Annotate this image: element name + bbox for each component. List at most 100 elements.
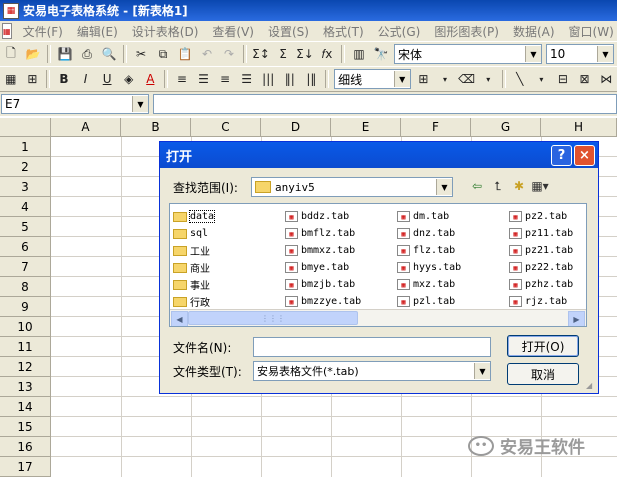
column-header[interactable]: H: [541, 118, 617, 137]
filename-input[interactable]: [253, 337, 491, 357]
menu-format[interactable]: 格式(T): [316, 23, 371, 40]
font-size-select[interactable]: 10 ▼: [546, 44, 614, 64]
file-item[interactable]: ▦ dnz.tab: [397, 225, 461, 242]
justify-icon[interactable]: ☰: [237, 69, 257, 89]
new-file-icon[interactable]: 🗋: [1, 44, 21, 64]
chevron-down-icon[interactable]: ▼: [597, 46, 613, 62]
file-item[interactable]: ▦ dm.tab: [397, 208, 461, 225]
column-header[interactable]: B: [121, 118, 191, 137]
row-header[interactable]: 9: [0, 297, 51, 317]
chevron-down-icon[interactable]: ▼: [393, 71, 410, 87]
back-arrow-icon[interactable]: ⇦: [467, 176, 487, 196]
file-item[interactable]: ▦ pz22.tab: [509, 259, 573, 276]
file-item[interactable]: ▦ pzhz.tab: [509, 276, 573, 293]
close-icon[interactable]: ×: [574, 145, 595, 166]
column-header[interactable]: G: [471, 118, 541, 137]
look-in-select[interactable]: anyiv5 ▼: [251, 177, 453, 197]
cut-icon[interactable]: ✂: [131, 44, 151, 64]
column-header[interactable]: A: [51, 118, 121, 137]
menu-settings[interactable]: 设置(S): [261, 23, 316, 40]
eraser-icon[interactable]: ⌫: [457, 69, 477, 89]
undo-icon[interactable]: ↶: [197, 44, 217, 64]
sum-column-icon[interactable]: Σ↓: [295, 44, 315, 64]
chevron-down-icon[interactable]: ▾: [532, 69, 552, 89]
redo-icon[interactable]: ↷: [219, 44, 239, 64]
file-item[interactable]: ▦ bmzjb.tab: [285, 276, 361, 293]
scroll-right-icon[interactable]: ▶: [568, 311, 585, 326]
insert-row-icon[interactable]: ⊟: [553, 69, 573, 89]
align-center-icon[interactable]: ☰: [194, 69, 214, 89]
align-right-icon[interactable]: ≡: [215, 69, 235, 89]
file-item[interactable]: ▦ bddz.tab: [285, 208, 361, 225]
font-color-icon[interactable]: A: [141, 69, 161, 89]
vertical-lines-2-icon[interactable]: ‖|: [280, 69, 300, 89]
file-item[interactable]: ▦ bmflz.tab: [285, 225, 361, 242]
folder-item[interactable]: 事业: [173, 276, 214, 293]
menu-graphics-chart[interactable]: 图形图表(P): [427, 23, 506, 40]
font-name-select[interactable]: 宋体 ▼: [394, 44, 542, 64]
row-header[interactable]: 2: [0, 157, 51, 177]
row-header[interactable]: 6: [0, 237, 51, 257]
file-item[interactable]: ▦ hyys.tab: [397, 259, 461, 276]
function-icon[interactable]: 𝑓x: [317, 44, 337, 64]
column-header[interactable]: E: [331, 118, 401, 137]
row-header[interactable]: 8: [0, 277, 51, 297]
chart-icon[interactable]: ▥: [349, 44, 369, 64]
folder-item[interactable]: data: [173, 208, 216, 225]
open-button[interactable]: 打开(O): [507, 335, 579, 357]
folder-item[interactable]: sql: [173, 225, 214, 242]
horizontal-scrollbar[interactable]: ◀ ⋮⋮⋮ ▶: [170, 309, 586, 326]
file-item[interactable]: ▦ bmzzye.tab: [285, 293, 361, 310]
fill-color-icon[interactable]: ◈: [119, 69, 139, 89]
chevron-down-icon[interactable]: ▾: [478, 69, 498, 89]
sum-row-icon[interactable]: Σ: [273, 44, 293, 64]
paste-icon[interactable]: 📋: [175, 44, 195, 64]
border-style-select[interactable]: 细线 ▼: [334, 69, 411, 89]
column-header[interactable]: C: [191, 118, 261, 137]
file-item[interactable]: ▦ pz2.tab: [509, 208, 573, 225]
chevron-down-icon[interactable]: ▼: [474, 363, 490, 379]
select-all-corner[interactable]: [0, 118, 51, 137]
bold-icon[interactable]: B: [54, 69, 74, 89]
vertical-lines-3-icon[interactable]: |‖: [302, 69, 322, 89]
menu-edit[interactable]: 编辑(E): [70, 23, 125, 40]
print-preview-icon[interactable]: 🔍: [99, 44, 119, 64]
row-header[interactable]: 17: [0, 457, 51, 477]
row-header[interactable]: 15: [0, 417, 51, 437]
row-header[interactable]: 5: [0, 217, 51, 237]
italic-icon[interactable]: I: [76, 69, 96, 89]
menu-formula[interactable]: 公式(G): [371, 23, 428, 40]
align-left-icon[interactable]: ≡: [172, 69, 192, 89]
row-header[interactable]: 16: [0, 437, 51, 457]
file-list[interactable]: data sql 工业 商业 事业 行政 ▦ bddz.tab ▦ bmflz.ta…: [169, 203, 587, 327]
insert-column-icon[interactable]: ⊠: [575, 69, 595, 89]
folder-item[interactable]: 工业: [173, 242, 214, 259]
filetype-select[interactable]: 安易表格文件(*.tab) ▼: [253, 361, 491, 381]
borders-icon[interactable]: ⊞: [414, 69, 434, 89]
document-icon[interactable]: ▦: [2, 23, 12, 39]
menu-data[interactable]: 数据(A): [506, 23, 562, 40]
new-folder-icon[interactable]: ✱: [509, 176, 529, 196]
split-icon[interactable]: ⋈: [596, 69, 616, 89]
file-item[interactable]: ▦ pzl.tab: [397, 293, 461, 310]
row-header[interactable]: 14: [0, 397, 51, 417]
chevron-down-icon[interactable]: ▼: [132, 96, 148, 112]
file-item[interactable]: ▦ flz.tab: [397, 242, 461, 259]
folder-item[interactable]: 行政: [173, 293, 214, 310]
sum-icon[interactable]: Σ↕: [251, 44, 271, 64]
menu-view[interactable]: 查看(V): [205, 23, 261, 40]
chevron-down-icon[interactable]: ▾: [435, 69, 455, 89]
vertical-lines-icon[interactable]: |||: [258, 69, 278, 89]
table-icon[interactable]: ▦: [1, 69, 21, 89]
find-icon[interactable]: 🔭: [371, 44, 391, 64]
save-icon[interactable]: 💾: [55, 44, 75, 64]
row-header[interactable]: 4: [0, 197, 51, 217]
file-item[interactable]: ▦ mxz.tab: [397, 276, 461, 293]
file-item[interactable]: ▦ pz11.tab: [509, 225, 573, 242]
menu-design-table[interactable]: 设计表格(D): [125, 23, 206, 40]
diagonal-line-icon[interactable]: ╲: [510, 69, 530, 89]
resize-grip-icon[interactable]: ◢: [586, 381, 596, 391]
file-item[interactable]: ▦ bmmxz.tab: [285, 242, 361, 259]
column-header[interactable]: F: [401, 118, 471, 137]
column-header[interactable]: D: [261, 118, 331, 137]
